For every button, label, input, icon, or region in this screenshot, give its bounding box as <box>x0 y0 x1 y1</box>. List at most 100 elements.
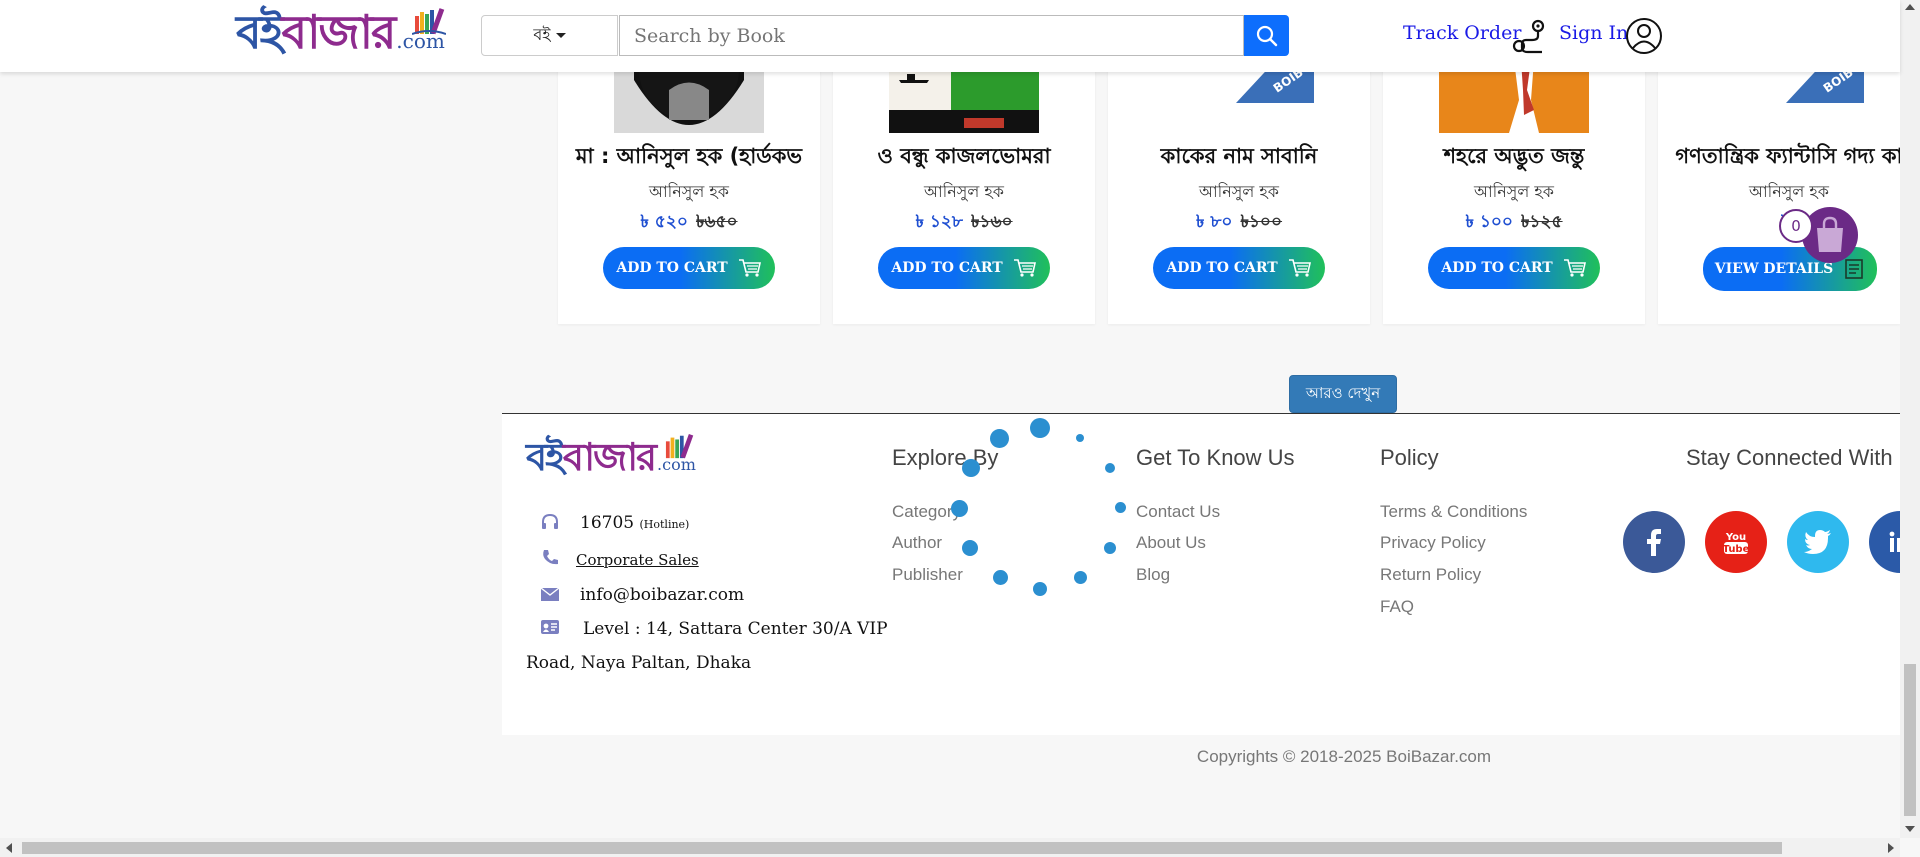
search-button[interactable] <box>1244 15 1289 56</box>
phone-icon <box>543 550 558 565</box>
add-to-cart-button[interactable]: ADD TO CART <box>878 247 1050 289</box>
original-price: ৳১৬০ <box>970 212 1013 232</box>
policy-link-return[interactable]: Return Policy <box>1380 565 1481 585</box>
footer-logo-text-b: বাজার <box>562 434 657 479</box>
know-heading: Get To Know Us <box>1136 445 1295 470</box>
add-to-cart-label: ADD TO CART <box>1441 260 1553 276</box>
sale-price: ৳ ৫২০ <box>640 212 688 232</box>
svg-text:Tube: Tube <box>1723 544 1750 555</box>
cart-icon <box>1013 259 1036 277</box>
scroll-right-arrow-icon[interactable] <box>1888 843 1894 853</box>
spinner-dot <box>1033 582 1047 596</box>
email-text[interactable]: info@boibazar.com <box>580 585 744 605</box>
view-details-label: VIEW DETAILS <box>1714 261 1834 277</box>
envelope-icon <box>540 587 560 601</box>
horizontal-scrollbar-thumb[interactable] <box>22 842 1782 854</box>
add-to-cart-label: ADD TO CART <box>1166 260 1278 276</box>
add-to-cart-button[interactable]: ADD TO CART <box>603 247 775 289</box>
spinner-dot <box>1074 571 1087 584</box>
scroll-down-arrow-icon[interactable] <box>1905 826 1915 832</box>
product-card[interactable]: শহরে অদ্ভুত জন্তু আনিসুল হক ৳ ১০০ ৳১২৫ AD… <box>1383 60 1645 324</box>
product-card[interactable]: ও বন্ধু কাজলভোমরা আনিসুল হক ৳ ১২৮ ৳১৬০ AD… <box>833 60 1095 324</box>
product-title[interactable]: মা : আনিসুল হক (হার্ডকভ <box>558 140 820 175</box>
facebook-icon <box>1647 529 1661 556</box>
add-to-cart-button[interactable]: ADD TO CART <box>1153 247 1325 289</box>
product-card[interactable]: BOIB গণতান্ত্রিক ফ্যান্টাসি গদ্য কা আনিস… <box>1658 60 1900 324</box>
know-link-blog[interactable]: Blog <box>1136 565 1170 585</box>
policy-link-faq[interactable]: FAQ <box>1380 597 1414 617</box>
hotline-number: 16705 <box>580 513 635 533</box>
product-author[interactable]: আনিসুল হক <box>833 179 1095 206</box>
product-price: ৳ ১০০ ৳১২৫ <box>1383 209 1645 237</box>
track-order-icon[interactable] <box>1510 18 1548 56</box>
scroll-left-arrow-icon[interactable] <box>6 843 12 853</box>
cart-icon <box>738 259 761 277</box>
product-title[interactable]: শহরে অদ্ভুত জন্তু <box>1383 140 1645 175</box>
logo-text-a: বই <box>236 5 284 59</box>
cart-count-badge[interactable]: 0 <box>1779 209 1813 243</box>
product-price: ৳ ৫২০ ৳৬৫০ <box>558 209 820 237</box>
scroll-up-arrow-icon[interactable] <box>1905 4 1915 10</box>
spinner-dot <box>1105 463 1115 473</box>
sale-price: ৳ ৮০ <box>1195 212 1233 232</box>
spinner-dot <box>990 429 1009 448</box>
address-line-2: Road, Naya Paltan, Dhaka <box>526 653 752 673</box>
product-title[interactable]: ও বন্ধু কাজলভোমরা <box>833 140 1095 175</box>
sale-price: ৳ ১০০ <box>1465 212 1513 232</box>
know-link-contact[interactable]: Contact Us <box>1136 502 1220 522</box>
sign-in-link[interactable]: Sign In <box>1559 22 1628 44</box>
spinner-dot <box>1076 434 1084 442</box>
category-select[interactable]: বই <box>481 15 618 56</box>
cart-icon <box>1563 259 1586 277</box>
sale-price: ৳ ১২৮ <box>915 212 963 232</box>
explore-link-publisher[interactable]: Publisher <box>892 565 963 585</box>
footer-logo-text-a: বই <box>526 434 565 479</box>
details-icon <box>1845 259 1864 279</box>
youtube-icon: YouTube <box>1723 532 1750 555</box>
spinner-dot <box>1115 502 1126 513</box>
hotline-text: 16705 (Hotline) <box>580 513 689 533</box>
caret-down-icon <box>555 33 566 38</box>
product-author[interactable]: আনিসুল হক <box>1108 179 1370 206</box>
hotline-label: (Hotline) <box>639 518 690 531</box>
product-title[interactable]: কাকের নাম সাবানি <box>1108 140 1370 175</box>
explore-heading: Explore By <box>892 445 999 470</box>
spinner-dot <box>1030 418 1050 438</box>
policy-link-terms[interactable]: Terms & Conditions <box>1380 502 1527 522</box>
track-order-link[interactable]: Track Order <box>1403 22 1521 44</box>
product-card[interactable]: মা : আনিসুল হক (হার্ডকভ আনিসুল হক ৳ ৫২০ ৳… <box>558 60 820 324</box>
user-avatar-icon[interactable] <box>1625 17 1663 55</box>
product-card[interactable]: BOIB কাকের নাম সাবানি আনিসুল হক ৳ ৮০ ৳১০০… <box>1108 60 1370 324</box>
add-to-cart-button[interactable]: ADD TO CART <box>1428 247 1600 289</box>
twitter-icon <box>1804 530 1831 554</box>
product-author[interactable]: আনিসুল হক <box>1658 179 1900 206</box>
corporate-sales-link[interactable]: Corporate Sales <box>576 551 699 569</box>
add-to-cart-label: ADD TO CART <box>616 260 728 276</box>
product-title[interactable]: গণতান্ত্রিক ফ্যান্টাসি গদ্য কা <box>1658 140 1900 175</box>
logo-text-b: বাজার <box>281 5 397 59</box>
spinner-dot <box>962 459 980 477</box>
spinner-dot <box>993 570 1008 585</box>
policy-link-privacy[interactable]: Privacy Policy <box>1380 533 1486 553</box>
add-to-cart-label: ADD TO CART <box>891 260 1003 276</box>
see-more-button[interactable]: আরও দেখুন <box>1289 375 1397 413</box>
product-price: ৳ ৮০ ৳১০০ <box>1108 209 1370 237</box>
youtube-button[interactable]: You Tube <box>1705 511 1767 573</box>
shopping-bag-icon <box>1817 216 1843 252</box>
search-icon <box>1256 25 1277 46</box>
original-price: ৳১২৫ <box>1520 212 1563 232</box>
product-author[interactable]: আনিসুল হক <box>558 179 820 206</box>
search-input[interactable] <box>619 15 1244 56</box>
know-link-about[interactable]: About Us <box>1136 533 1206 553</box>
product-author[interactable]: আনিসুল হক <box>1383 179 1645 206</box>
explore-link-author[interactable]: Author <box>892 533 942 553</box>
vertical-scrollbar-thumb[interactable] <box>1904 664 1916 816</box>
twitter-button[interactable] <box>1787 511 1849 573</box>
spinner-dot <box>1104 542 1116 554</box>
headphones-icon <box>542 513 558 529</box>
books-logo-icon <box>412 8 446 35</box>
footer-books-logo-icon <box>665 433 694 459</box>
facebook-button[interactable] <box>1623 511 1685 573</box>
connect-heading: Stay Connected With Us <box>1686 445 1900 470</box>
product-price: ৳ ১২৮ ৳১৬০ <box>833 209 1095 237</box>
